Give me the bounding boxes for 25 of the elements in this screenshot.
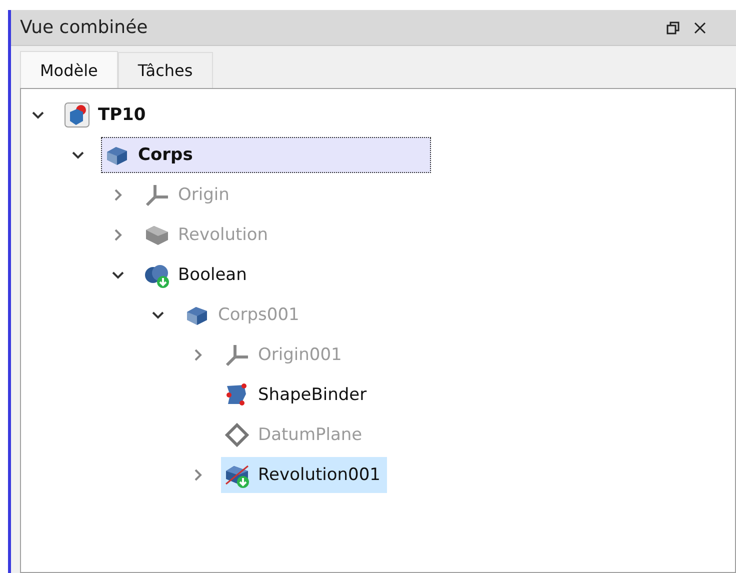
item-label: Boolean bbox=[178, 265, 247, 285]
diamond-icon bbox=[224, 422, 250, 448]
axes-icon bbox=[144, 182, 170, 208]
item-label: Corps001 bbox=[218, 305, 300, 325]
tab[interactable]: Modèle bbox=[20, 51, 118, 88]
tree-item[interactable]: TP10 bbox=[61, 97, 153, 133]
boolean-icon bbox=[144, 262, 170, 288]
item-label: Revolution bbox=[178, 225, 268, 245]
item-label: ShapeBinder bbox=[258, 385, 367, 405]
item-label: TP10 bbox=[98, 105, 146, 125]
close-icon[interactable] bbox=[694, 22, 706, 34]
panel-title: Vue combinée bbox=[20, 17, 149, 38]
item-label: Revolution001 bbox=[258, 465, 380, 485]
tree-item[interactable]: ShapeBinder bbox=[221, 377, 374, 413]
axes-icon bbox=[224, 342, 250, 368]
tab[interactable]: Tâches bbox=[118, 52, 213, 88]
item-label: DatumPlane bbox=[258, 425, 362, 445]
float-icon[interactable] bbox=[666, 20, 680, 34]
item-label: Origin bbox=[178, 185, 230, 205]
item-label: Origin001 bbox=[258, 345, 342, 365]
tree-item[interactable]: Revolution001 bbox=[221, 457, 388, 493]
document-icon bbox=[64, 102, 90, 128]
tree-item[interactable]: Corps bbox=[101, 137, 431, 173]
tree-item[interactable]: Boolean bbox=[141, 257, 254, 293]
item-label: Corps bbox=[138, 145, 193, 165]
